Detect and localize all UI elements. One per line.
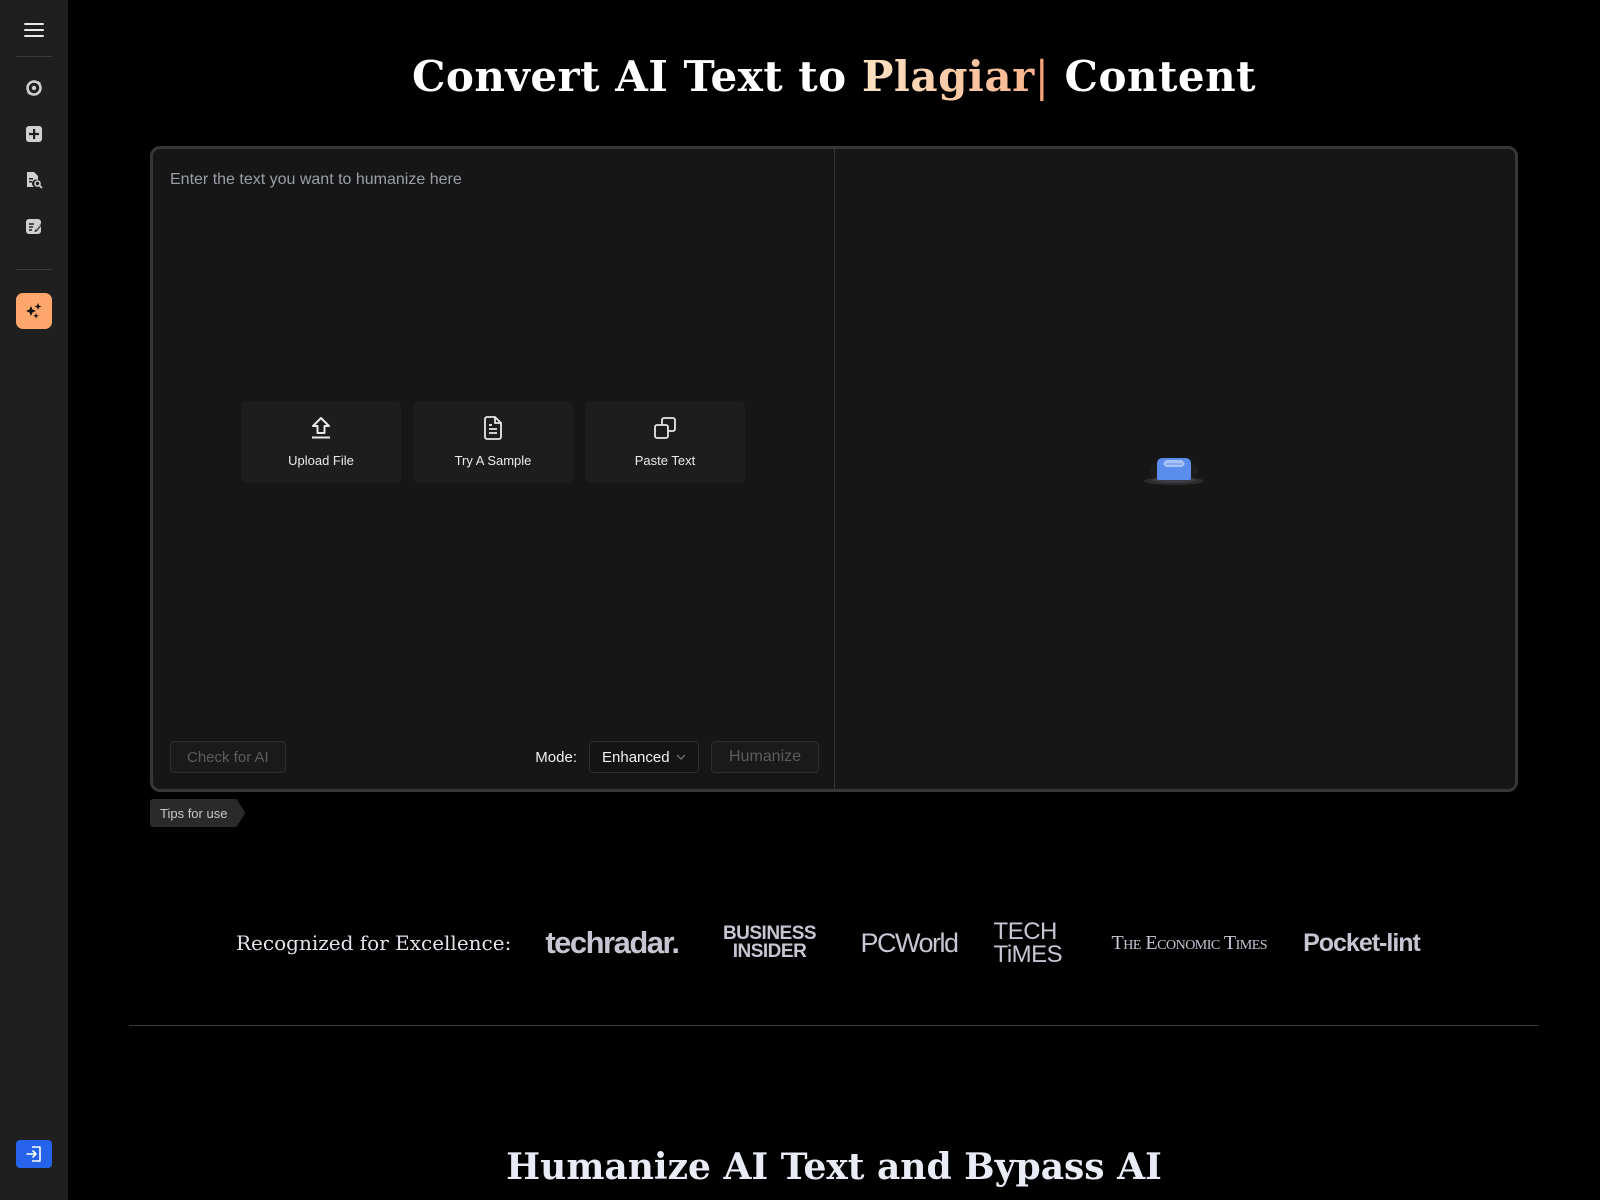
sidebar-item-paraphraser[interactable]	[16, 70, 52, 106]
section-divider	[129, 1025, 1539, 1026]
upload-icon	[310, 416, 332, 445]
chevron-down-icon	[676, 751, 686, 763]
sparkles-icon	[24, 301, 44, 321]
refresh-cycle-icon	[25, 79, 43, 97]
paste-text-label: Paste Text	[634, 453, 696, 468]
humanize-button[interactable]: Humanize	[711, 741, 819, 773]
text-input[interactable]: Enter the text you want to humanize here	[170, 171, 462, 189]
mode-select[interactable]: Enhanced	[589, 741, 699, 773]
paste-text-button[interactable]: Paste Text	[585, 401, 745, 483]
logo-economic-times: The Economic Times	[1111, 931, 1268, 954]
sidebar-item-ai-humanizer[interactable]	[16, 293, 52, 329]
document-icon	[483, 416, 503, 445]
hamburger-menu-icon	[24, 22, 44, 38]
copy-icon	[653, 416, 677, 445]
document-search-icon	[25, 171, 43, 189]
sidebar-divider	[16, 56, 52, 57]
logo-business-insider-text: BUSINESS INSIDER	[722, 923, 817, 962]
title-prefix: Convert AI Text to	[411, 52, 862, 101]
sidebar	[0, 0, 68, 1200]
sidebar-divider	[16, 269, 52, 270]
logo-tech-times-text: TECH TiMES	[993, 918, 1063, 968]
page-title: Convert AI Text to Plagiar| Content	[68, 52, 1600, 101]
upload-file-label: Upload File	[288, 453, 354, 468]
press-logos: Recognized for Excellence: techradar. BU…	[236, 918, 1421, 968]
login-icon	[25, 1145, 43, 1163]
sidebar-item-create[interactable]	[16, 116, 52, 152]
logo-pocket-lint: Pocket-lint	[1303, 928, 1421, 957]
menu-button[interactable]	[16, 12, 52, 48]
title-suffix: Content	[1049, 52, 1257, 101]
mode-value: Enhanced	[602, 748, 670, 766]
logo-business-insider: BUSINESS INSIDER	[715, 923, 825, 962]
logo-pcworld: PCWorld	[860, 927, 960, 958]
try-sample-button[interactable]: Try A Sample	[413, 401, 573, 483]
humanizer-editor: Enter the text you want to humanize here…	[150, 146, 1518, 792]
sidebar-item-editor[interactable]	[16, 208, 52, 244]
upload-file-button[interactable]: Upload File	[241, 401, 401, 483]
mode-label: Mode:	[535, 748, 577, 766]
document-edit-icon	[25, 217, 43, 235]
editor-toolbar: Check for AI Mode: Enhanced Humanize	[170, 741, 819, 773]
plus-square-icon	[25, 125, 43, 143]
check-for-ai-button[interactable]: Check for AI	[170, 741, 286, 773]
output-pane	[835, 149, 1515, 789]
logo-techradar: techradar.	[545, 925, 680, 960]
try-sample-label: Try A Sample	[454, 453, 532, 468]
input-pane[interactable]: Enter the text you want to humanize here…	[153, 149, 835, 789]
section-title: Humanize AI Text and Bypass AI	[506, 1146, 1162, 1188]
title-accent: Plagiar	[861, 52, 1035, 101]
logo-tech-times: TECH TiMES	[993, 918, 1076, 968]
sidebar-item-plagiarism-checker[interactable]	[16, 162, 52, 198]
login-button[interactable]	[16, 1140, 52, 1168]
empty-inbox-icon	[1141, 445, 1207, 487]
tips-for-use-tab[interactable]: Tips for use	[150, 799, 245, 827]
input-actions: Upload File Try A Sample Paste Text	[241, 401, 745, 483]
typing-caret: |	[1034, 52, 1050, 101]
recognized-label: Recognized for Excellence:	[236, 931, 512, 955]
